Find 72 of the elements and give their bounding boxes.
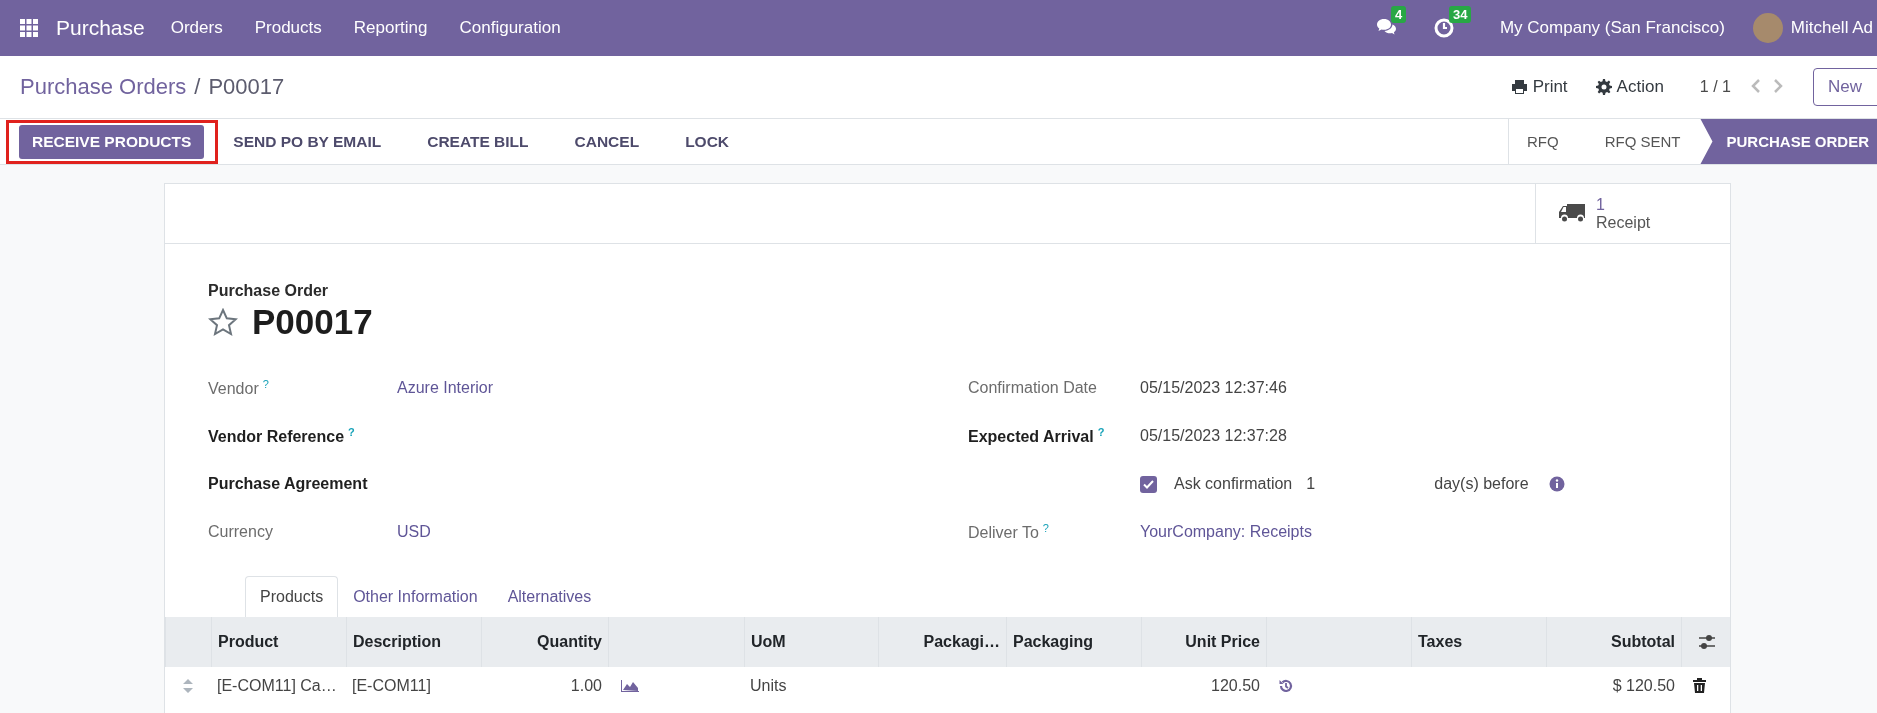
app-name[interactable]: Purchase	[56, 16, 145, 40]
action-button[interactable]: CREATE BILL	[414, 124, 542, 159]
action-button[interactable]: CANCEL	[561, 124, 653, 159]
chevron-left-icon	[1751, 78, 1761, 93]
user-name[interactable]: Mitchell Ad	[1790, 18, 1873, 38]
field-value: 05/15/2023 12:37:46	[1140, 379, 1288, 397]
menu-item[interactable]: Reporting	[353, 18, 428, 38]
column-header[interactable]: Taxes	[1411, 617, 1546, 667]
menu-item[interactable]: Products	[254, 18, 322, 38]
column-header[interactable]: Product	[211, 617, 346, 667]
field-label: Vendor Reference $^{?}$	[208, 425, 356, 447]
action-button[interactable]: RECEIVE PRODUCTS	[19, 124, 205, 159]
table-cell-text: [E-COM11]	[351, 675, 432, 696]
action-button[interactable]: SEND PO BY EMAIL	[220, 124, 395, 159]
field-value[interactable]: USD	[397, 523, 968, 541]
area-chart-icon[interactable]	[620, 678, 640, 693]
company-switcher[interactable]: My Company (San Francisco)	[1499, 18, 1725, 38]
activity-count: 34	[1448, 6, 1472, 23]
field-label: Expected Arrival $^{?}$	[968, 425, 1106, 447]
column-header[interactable]: Packaging	[1006, 617, 1141, 667]
field-label: Currency	[208, 523, 274, 541]
chevron-right-icon	[1773, 78, 1783, 93]
action-button[interactable]: LOCK	[672, 124, 743, 159]
receipt-count: 1	[1596, 195, 1606, 214]
drag-handle-icon[interactable]	[183, 678, 193, 693]
app-grid-icon[interactable]	[20, 19, 38, 37]
field-value[interactable]: 1	[1306, 475, 1435, 493]
column-header[interactable]: Packagi…	[878, 617, 1006, 667]
receipt-label: Receipt	[1596, 213, 1651, 232]
order-number: P00017	[252, 302, 373, 342]
message-count: 4	[1390, 6, 1407, 23]
field-label: Purchase Agreement	[208, 475, 369, 493]
field-value[interactable]: Azure Interior	[397, 379, 968, 397]
field-label: Confirmation Date	[968, 379, 1098, 397]
sliders-icon[interactable]	[1698, 634, 1716, 650]
breadcrumb-current: P00017	[208, 74, 285, 100]
table-cell-text: Units	[749, 675, 788, 696]
star-icon[interactable]	[208, 307, 238, 337]
pager[interactable]: 1 / 1	[1699, 78, 1731, 96]
notebook-tab[interactable]: Products	[245, 576, 339, 618]
breadcrumb-separator: /	[194, 74, 201, 100]
clock-icon[interactable]	[1433, 18, 1454, 38]
new-button[interactable]: New	[1813, 68, 1877, 106]
column-header[interactable]: Description	[346, 617, 481, 667]
form-caption: Purchase Order	[208, 282, 330, 300]
gear-icon	[1595, 79, 1612, 95]
printer-icon	[1510, 79, 1528, 95]
field-value[interactable]: YourCompany: Receipts	[1140, 523, 1686, 541]
table-cell-text: $ 120.50	[1611, 675, 1676, 696]
info-icon[interactable]	[1548, 476, 1565, 492]
column-header[interactable]: Quantity	[481, 617, 608, 667]
table-cell-text: 120.50	[1210, 675, 1261, 696]
field-value: 05/15/2023 12:37:28	[1140, 427, 1288, 445]
checkbox-label: Ask confirmation	[1174, 475, 1293, 493]
checkmark-icon	[1143, 479, 1154, 489]
breadcrumb-link[interactable]: Purchase Orders	[20, 74, 187, 100]
column-header[interactable]: UoM	[744, 617, 878, 667]
column-header[interactable]: Subtotal	[1546, 617, 1681, 667]
menu-item[interactable]: Configuration	[459, 18, 561, 38]
table-cell-text: [E-COM11] Ca…	[216, 675, 338, 696]
print-button[interactable]: Print	[1508, 73, 1570, 101]
field-label: Vendor $^{?}$	[208, 377, 270, 399]
field-label: Deliver To $^{?}$	[968, 521, 1050, 543]
menu-item[interactable]: Orders	[170, 18, 223, 38]
status-stage[interactable]: PURCHASE ORDER	[1700, 119, 1877, 164]
column-header[interactable]: Unit Price	[1141, 617, 1266, 667]
history-icon[interactable]	[1278, 677, 1294, 694]
action-button[interactable]: Action	[1593, 73, 1666, 101]
field-suffix: day(s) before	[1434, 475, 1529, 493]
trash-icon[interactable]	[1693, 678, 1706, 693]
checkbox[interactable]	[1140, 475, 1157, 493]
table-cell-text: 1.00	[569, 675, 603, 696]
